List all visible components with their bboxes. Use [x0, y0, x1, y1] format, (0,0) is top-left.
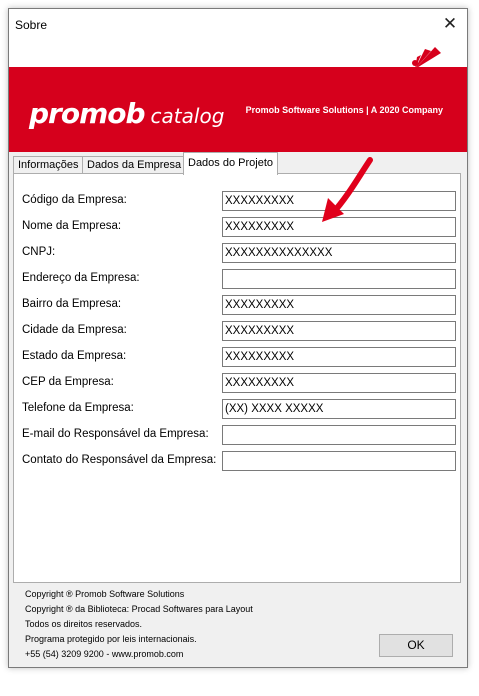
field-row-nome: Nome da Empresa: XXXXXXXXX: [14, 217, 460, 237]
endereco-empresa-field[interactable]: [222, 269, 456, 289]
field-row-contato: Contato do Responsável da Empresa:: [14, 451, 460, 471]
red-arrow-icon: [322, 157, 373, 222]
field-label: Endereço da Empresa:: [22, 272, 140, 284]
field-row-cep: CEP da Empresa: XXXXXXXXX: [14, 373, 460, 393]
promob-logo: promob catalog: [29, 97, 224, 130]
field-row-bairro: Bairro da Empresa: XXXXXXXXX: [14, 295, 460, 315]
field-label: Telefone da Empresa:: [22, 402, 134, 414]
logo-brand: promob: [29, 97, 146, 130]
field-row-estado: Estado da Empresa: XXXXXXXXX: [14, 347, 460, 367]
cnpj-field[interactable]: XXXXXXXXXXXXXX: [222, 243, 456, 263]
tab-dados-da-empresa[interactable]: Dados da Empresa: [82, 156, 187, 174]
field-row-telefone: Telefone da Empresa: (XX) XXXX XXXXX: [14, 399, 460, 419]
field-label: E-mail do Responsável da Empresa:: [22, 428, 209, 440]
tab-informacoes[interactable]: Informações: [13, 156, 84, 174]
tab-dados-do-projeto[interactable]: Dados do Projeto: [183, 152, 278, 175]
field-label: Código da Empresa:: [22, 194, 127, 206]
cep-empresa-field[interactable]: XXXXXXXXX: [222, 373, 456, 393]
about-dialog: Sobre ✕ promob catalog Promob Software So…: [8, 8, 468, 668]
field-label: Bairro da Empresa:: [22, 298, 122, 310]
field-label: Contato do Responsável da Empresa:: [22, 454, 217, 466]
footer-line: Copyright ® da Biblioteca: Procad Softwa…: [25, 604, 253, 614]
contato-responsavel-field[interactable]: [222, 451, 456, 471]
field-label: Estado da Empresa:: [22, 350, 127, 362]
field-label: Nome da Empresa:: [22, 220, 122, 232]
close-icon[interactable]: ✕: [433, 9, 467, 41]
footer-line: +55 (54) 3209 9200 - www.promob.com: [25, 649, 184, 659]
field-label: Cidade da Empresa:: [22, 324, 127, 336]
window-title: Sobre: [15, 18, 48, 32]
footer-line: Todos os direitos reservados.: [25, 619, 143, 629]
copyright-footer: Copyright ® Promob Software Solutions Co…: [25, 587, 253, 662]
title-bar: Sobre ✕: [9, 9, 467, 41]
logo-product: catalog: [150, 104, 225, 128]
tab-strip: Informações Dados da Empresa Dados do Pr…: [13, 152, 463, 175]
field-row-codigo: Código da Empresa: XXXXXXXXX: [14, 191, 460, 211]
field-label: CEP da Empresa:: [22, 376, 114, 388]
field-row-endereco: Endereço da Empresa:: [14, 269, 460, 289]
field-label: CNPJ:: [22, 246, 56, 258]
footer-line: Copyright ® Promob Software Solutions: [25, 589, 185, 599]
footer-line: Programa protegido por leis internaciona…: [25, 634, 197, 644]
cidade-empresa-field[interactable]: XXXXXXXXX: [222, 321, 456, 341]
bairro-empresa-field[interactable]: XXXXXXXXX: [222, 295, 456, 315]
field-row-cnpj: CNPJ: XXXXXXXXXXXXXX: [14, 243, 460, 263]
email-responsavel-field[interactable]: [222, 425, 456, 445]
field-row-cidade: Cidade da Empresa: XXXXXXXXX: [14, 321, 460, 341]
banner: promob catalog Promob Software Solutions …: [9, 41, 467, 152]
estado-empresa-field[interactable]: XXXXXXXXX: [222, 347, 456, 367]
telefone-empresa-field[interactable]: (XX) XXXX XXXXX: [222, 399, 456, 419]
ok-button[interactable]: OK: [379, 634, 453, 657]
project-data-panel: Código da Empresa: XXXXXXXXX Nome da Emp…: [13, 173, 461, 583]
field-row-email: E-mail do Responsável da Empresa:: [14, 425, 460, 445]
company-tagline: Promob Software Solutions | A 2020 Compa…: [245, 105, 443, 115]
